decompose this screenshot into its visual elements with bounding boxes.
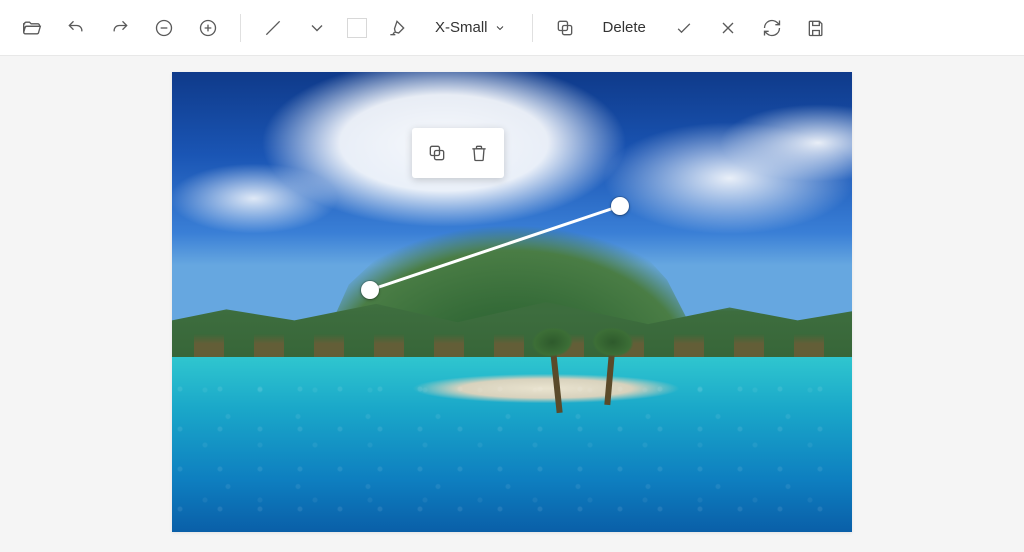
stroke-color-swatch[interactable]	[347, 18, 367, 38]
context-delete-button[interactable]	[460, 134, 498, 172]
check-icon	[674, 18, 694, 38]
context-toolbar	[412, 128, 504, 178]
close-icon	[718, 18, 738, 38]
undo-icon	[66, 18, 86, 38]
line-handle-start[interactable]	[361, 281, 379, 299]
zoom-out-icon	[154, 18, 174, 38]
chevron-down-icon	[494, 22, 506, 34]
line-handle-end[interactable]	[611, 197, 629, 215]
line-style-dropdown[interactable]	[297, 8, 337, 48]
copy-button[interactable]	[545, 8, 585, 48]
zoom-in-button[interactable]	[188, 8, 228, 48]
save-button[interactable]	[796, 8, 836, 48]
canvas-area	[0, 56, 1024, 552]
chevron-down-icon	[307, 18, 327, 38]
image-canvas[interactable]	[172, 72, 852, 532]
scene-lagoon	[172, 357, 852, 532]
toolbar-separator	[532, 14, 533, 42]
confirm-button[interactable]	[664, 8, 704, 48]
undo-button[interactable]	[56, 8, 96, 48]
line-tool-button[interactable]	[253, 8, 293, 48]
toolbar-separator	[240, 14, 241, 42]
context-copy-button[interactable]	[418, 134, 456, 172]
redo-button[interactable]	[100, 8, 140, 48]
folder-open-icon	[22, 18, 42, 38]
save-icon	[806, 18, 826, 38]
size-select[interactable]: X-Small	[421, 8, 520, 48]
zoom-in-icon	[198, 18, 218, 38]
line-icon	[263, 18, 283, 38]
delete-button[interactable]: Delete	[589, 8, 660, 48]
copy-icon	[427, 143, 447, 163]
delete-label: Delete	[603, 19, 646, 36]
refresh-icon	[762, 18, 782, 38]
main-toolbar: X-Small Delete	[0, 0, 1024, 56]
cancel-button[interactable]	[708, 8, 748, 48]
copy-icon	[555, 18, 575, 38]
open-button[interactable]	[12, 8, 52, 48]
highlighter-button[interactable]	[377, 8, 417, 48]
reset-button[interactable]	[752, 8, 792, 48]
size-select-value: X-Small	[435, 19, 488, 36]
trash-icon	[469, 143, 489, 163]
zoom-out-button[interactable]	[144, 8, 184, 48]
redo-icon	[110, 18, 130, 38]
highlighter-icon	[387, 18, 407, 38]
